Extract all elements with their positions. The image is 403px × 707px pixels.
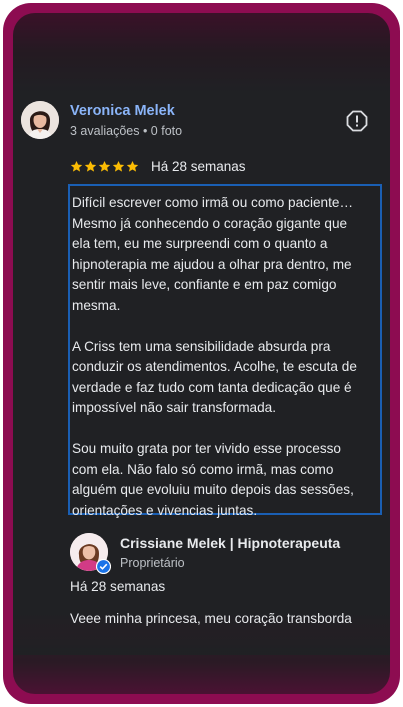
device-frame: Veronica Melek 3 avaliações • 0 foto Há … (3, 3, 400, 704)
review-line: Sou muito grata por ter vivido esse proc… (72, 441, 341, 456)
star-icon (98, 160, 111, 172)
review-line: Mesmo já conhecendo o coração gigante qu… (72, 215, 348, 231)
star-icon (112, 160, 125, 172)
review-line: A Criss tem uma sensibilidade absurda pr… (72, 338, 331, 354)
review-header: Veronica Melek 3 avaliações • 0 foto (21, 101, 381, 141)
report-flag-icon[interactable] (346, 110, 368, 132)
review-line: orientações e vivencias juntas. (72, 502, 258, 518)
review-line: hipnoterapia me ajudou a olhar pra dentr… (72, 256, 352, 272)
review-screen: Veronica Melek 3 avaliações • 0 foto Há … (13, 13, 390, 694)
reviewer-name[interactable]: Veronica Melek (70, 103, 175, 119)
review-line: alguém que evoluiu muito depois das sess… (72, 482, 354, 497)
review-line: ela tem, eu me surpreendi com o quanto a (72, 236, 328, 251)
verified-badge-icon (95, 558, 112, 575)
review-paragraph: Sou muito grata por ter vivido esse proc… (72, 439, 380, 521)
review-line: impossível não sair transformada. (72, 400, 276, 415)
star-rating (70, 160, 139, 173)
scroll-fade (13, 625, 390, 655)
review-date: Há 28 semanas (151, 158, 246, 174)
review-line: Difícil escrever como irmã ou como pacie… (72, 195, 354, 210)
star-icon (126, 160, 139, 172)
reply-text: Veee minha princesa, meu coração transbo… (70, 611, 352, 626)
owner-reply-header: Crissiane Melek | Hipnoterapeuta Proprie… (70, 533, 380, 575)
review-line: mesma. (72, 297, 121, 313)
review-line: conduzir os atendimentos. Acolhe, te esc… (72, 359, 357, 374)
review-line: com ela. Não falo só como irmã, mas como (72, 461, 334, 477)
review-text-highlighted: Difícil escrever como irmã ou como pacie… (68, 184, 382, 518)
reviewer-avatar[interactable] (21, 101, 59, 139)
reply-date: Há 28 semanas (70, 579, 166, 594)
star-icon (70, 160, 83, 172)
star-icon (84, 160, 97, 172)
rating-row: Há 28 semanas (70, 156, 246, 176)
review-line: sentir mais leve, confiante e em paz com… (72, 277, 337, 292)
reviewer-meta: 3 avaliações • 0 foto (70, 124, 183, 138)
review-paragraph: Difícil escrever como irmã ou como pacie… (72, 193, 380, 316)
owner-role: Proprietário (120, 556, 185, 570)
review-line: verdade e faz tudo com tanta dedicação q… (72, 379, 352, 395)
review-paragraph: A Criss tem uma sensibilidade absurda pr… (72, 337, 380, 419)
owner-name[interactable]: Crissiane Melek | Hipnoterapeuta (120, 535, 340, 551)
